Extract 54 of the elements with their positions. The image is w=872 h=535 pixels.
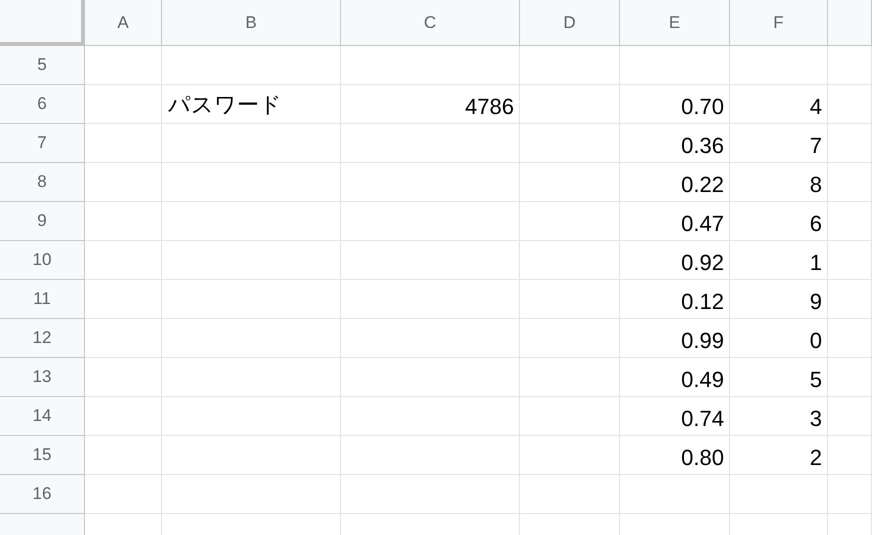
empty-cell <box>828 436 872 475</box>
row-header[interactable]: 16 <box>0 475 85 514</box>
select-all-corner[interactable] <box>0 0 85 46</box>
column-header[interactable] <box>828 0 872 46</box>
column-header[interactable]: E <box>620 0 730 46</box>
table-cell: 0.47 <box>620 202 730 241</box>
column-header[interactable]: C <box>341 0 520 46</box>
table-cell: 4 <box>730 85 828 124</box>
row-header[interactable]: 10 <box>0 241 85 280</box>
empty-cell <box>828 163 872 202</box>
row-header[interactable]: 9 <box>0 202 85 241</box>
empty-cell <box>828 319 872 358</box>
table-cell: 8 <box>730 163 828 202</box>
table-cell: 0.36 <box>620 124 730 163</box>
table-cell: 0.22 <box>620 163 730 202</box>
table-cell: 0 <box>730 319 828 358</box>
column-header[interactable]: D <box>520 0 620 46</box>
empty-cell <box>828 85 872 124</box>
row-header[interactable]: 7 <box>0 124 85 163</box>
empty-cell <box>828 46 872 85</box>
table-cell: 2 <box>730 436 828 475</box>
row-header[interactable]: 6 <box>0 85 85 124</box>
empty-cell <box>828 280 872 319</box>
row-header[interactable]: 11 <box>0 280 85 319</box>
empty-cell <box>828 358 872 397</box>
table-cell: 6 <box>730 202 828 241</box>
empty-cell <box>828 124 872 163</box>
empty-cell <box>828 202 872 241</box>
table-cell: パスワード <box>162 85 341 124</box>
table-cell: 0.12 <box>620 280 730 319</box>
table-cell: 1 <box>730 241 828 280</box>
table-cell: 0.70 <box>620 85 730 124</box>
row-header[interactable]: 13 <box>0 358 85 397</box>
table-cell: 9 <box>730 280 828 319</box>
column-header[interactable]: A <box>85 0 162 46</box>
table-cell: 4786 <box>341 85 520 124</box>
table-cell: 5 <box>730 358 828 397</box>
row-header[interactable]: 8 <box>0 163 85 202</box>
table-cell: 0.92 <box>620 241 730 280</box>
empty-cell <box>828 397 872 436</box>
empty-cell <box>828 475 872 514</box>
table-cell: 0.49 <box>620 358 730 397</box>
row-header[interactable]: 12 <box>0 319 85 358</box>
table-cell: 0.99 <box>620 319 730 358</box>
table-cell: 0.74 <box>620 397 730 436</box>
column-header[interactable]: F <box>730 0 828 46</box>
column-header[interactable]: B <box>162 0 341 46</box>
table-cell: 0.80 <box>620 436 730 475</box>
row-header[interactable]: 5 <box>0 46 85 85</box>
row-header[interactable]: 14 <box>0 397 85 436</box>
table-cell: 7 <box>730 124 828 163</box>
row-header[interactable]: 15 <box>0 436 85 475</box>
empty-cell <box>828 241 872 280</box>
table-cell: 3 <box>730 397 828 436</box>
